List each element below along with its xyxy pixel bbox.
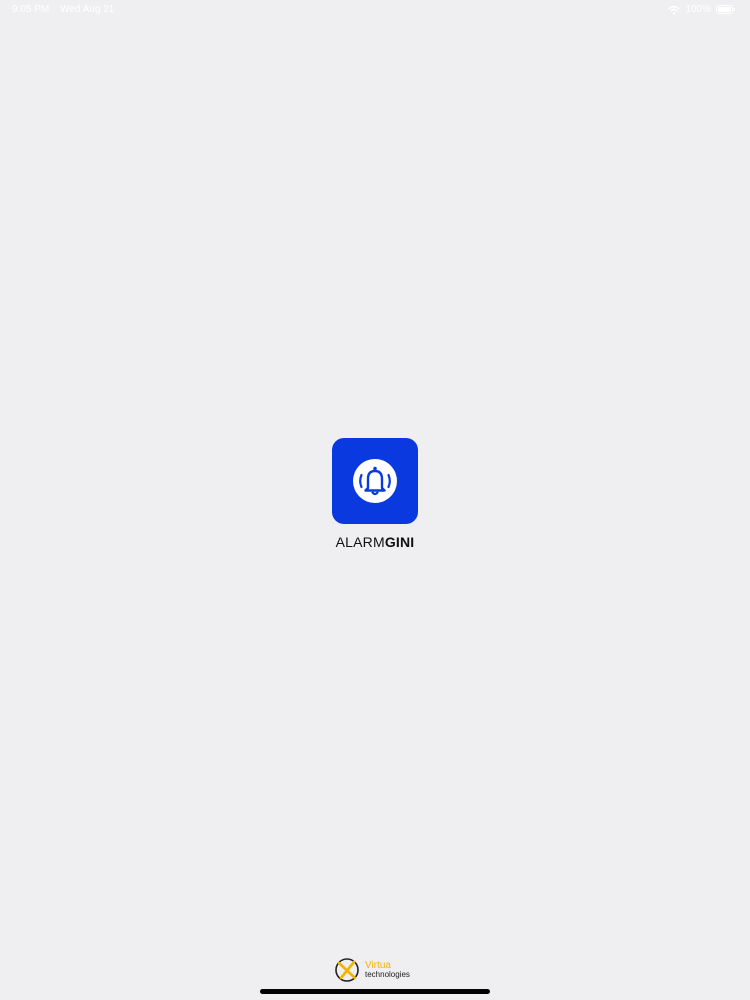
vendor-name: Virtua <box>365 960 391 971</box>
vendor-text: Virtua technologies <box>365 960 410 980</box>
wordmark-light: ALARM <box>335 534 385 550</box>
status-bar: 9:05 PM Wed Aug 21 100% <box>0 0 750 18</box>
vendor-logo: Virtua technologies <box>333 956 410 984</box>
app-icon <box>332 438 418 524</box>
status-right: 100% <box>668 4 736 15</box>
app-wordmark: ALARMGINI <box>330 534 420 550</box>
home-indicator[interactable] <box>260 989 490 994</box>
status-left: 9:05 PM Wed Aug 21 <box>12 4 114 15</box>
battery-icon <box>716 5 735 14</box>
status-date: Wed Aug 21 <box>60 4 115 15</box>
status-time: 9:05 PM <box>12 4 50 15</box>
app-logo: ALARMGINI <box>330 438 420 550</box>
battery-percentage: 100% <box>685 4 711 15</box>
wifi-icon <box>668 5 680 14</box>
bell-icon <box>353 459 397 503</box>
virtua-logo-icon <box>335 958 359 982</box>
wordmark-bold: GINI <box>384 534 415 550</box>
vendor-subtitle: technologies <box>365 970 410 979</box>
